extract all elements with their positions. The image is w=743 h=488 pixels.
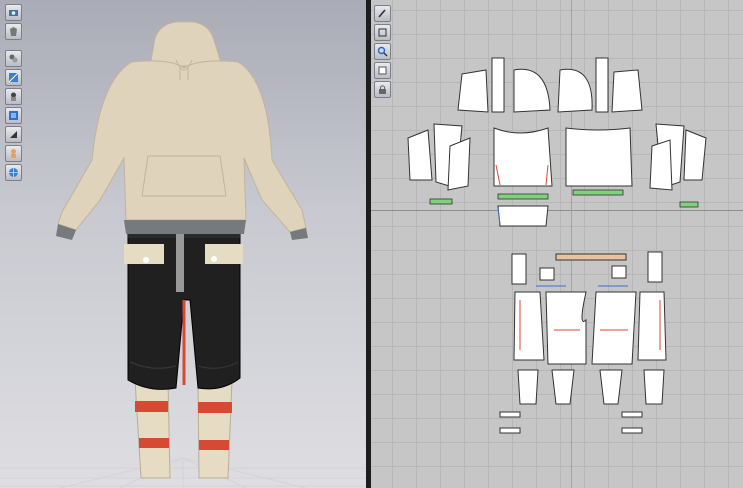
waistband-back — [572, 189, 624, 196]
hood-side-left — [513, 68, 551, 113]
render-mode-icon[interactable] — [5, 50, 22, 67]
front-body-piece — [493, 127, 553, 187]
front-pocket-piece — [497, 205, 549, 227]
sleeve-left-c — [447, 137, 471, 191]
binding-strip-right — [679, 201, 699, 208]
3d-toolbar — [5, 4, 23, 183]
waistband-pattern — [555, 253, 627, 261]
layer-icon[interactable] — [374, 62, 391, 79]
belt-loop-right — [611, 265, 627, 279]
cuff-left-a — [517, 369, 539, 405]
tab-right-b — [621, 427, 643, 434]
sphere-view-icon[interactable] — [5, 164, 22, 181]
texture-mode-icon[interactable] — [5, 69, 22, 86]
tab-left-b — [499, 427, 521, 434]
stress-map-icon[interactable] — [5, 88, 22, 105]
sleeve-right-c — [649, 139, 673, 191]
hood-panel-right — [611, 69, 643, 113]
waistband-front — [497, 193, 549, 200]
snapshot-icon[interactable] — [5, 4, 22, 21]
sleeve-left-a — [407, 129, 433, 181]
2d-pattern-viewport[interactable] — [371, 0, 743, 488]
cuff-right-b — [599, 369, 623, 405]
shading-icon[interactable] — [5, 126, 22, 143]
binding-strip-left — [429, 198, 453, 205]
hood-side-right — [557, 68, 593, 113]
garment-3d-model[interactable] — [0, 0, 366, 488]
fabric-solid-icon[interactable] — [5, 107, 22, 124]
belt-loop-left — [539, 267, 555, 281]
cuff-right-a — [643, 369, 665, 405]
cuff-left-b — [551, 369, 575, 405]
lock-icon[interactable] — [374, 81, 391, 98]
hood-center-left — [491, 57, 505, 113]
back-body-piece — [565, 127, 633, 187]
pocket-flap-left — [511, 253, 527, 285]
hood-panel-left — [457, 69, 489, 113]
avatar-display-icon[interactable] — [5, 23, 22, 40]
hoodie — [56, 21, 308, 240]
tab-right-a — [621, 411, 643, 418]
2d-toolbar — [374, 5, 392, 100]
avatar-skin-icon[interactable] — [5, 145, 22, 162]
pocket-flap-right — [647, 251, 663, 283]
sleeve-right-a — [683, 129, 707, 181]
transform-pattern-icon[interactable] — [374, 24, 391, 41]
pattern-pieces[interactable] — [371, 0, 743, 488]
zoom-icon[interactable] — [374, 43, 391, 60]
trouser-side-left — [513, 291, 545, 361]
trouser-side-right — [637, 291, 667, 361]
hood-center-right — [595, 57, 609, 113]
trouser-front-left — [545, 291, 587, 365]
trousers — [124, 227, 243, 390]
pattern-edit-icon[interactable] — [374, 5, 391, 22]
tab-left-a — [499, 411, 521, 418]
3d-viewport[interactable] — [0, 0, 366, 488]
trouser-front-right — [591, 291, 637, 365]
